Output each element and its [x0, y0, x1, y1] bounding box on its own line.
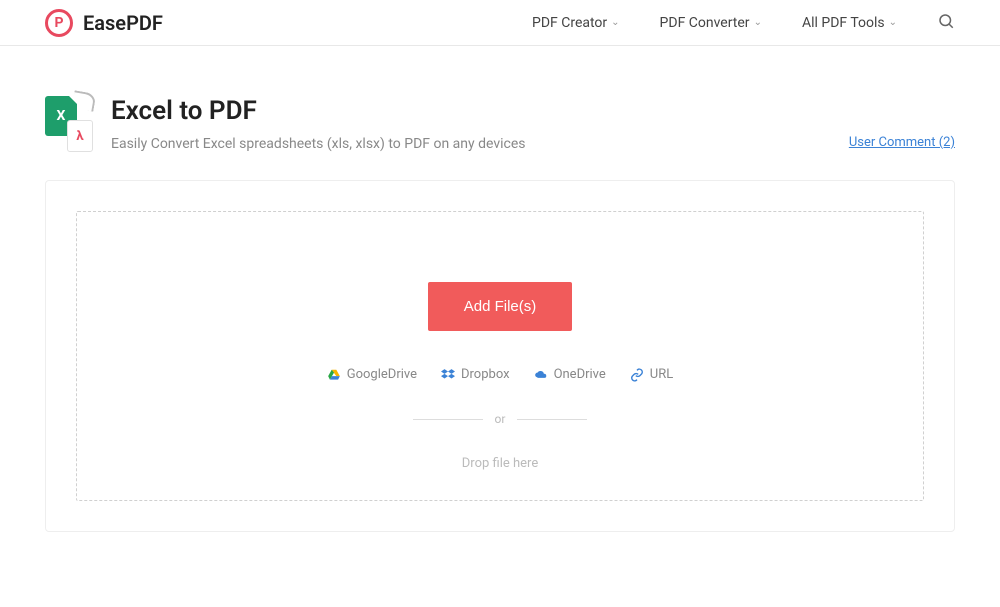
nav-item-label: All PDF Tools: [802, 15, 885, 31]
source-googledrive[interactable]: GoogleDrive: [327, 367, 417, 382]
nav-items: PDF Creator ⌄ PDF Converter ⌄ All PDF To…: [532, 12, 955, 34]
chevron-down-icon: ⌄: [889, 17, 897, 28]
page-header: X λ Excel to PDF Easily Convert Excel sp…: [45, 96, 955, 152]
top-nav: P EasePDF PDF Creator ⌄ PDF Converter ⌄ …: [0, 0, 1000, 46]
logo-icon: P: [45, 9, 73, 37]
source-label: Dropbox: [461, 367, 510, 382]
link-icon: [630, 368, 644, 382]
source-row: GoogleDrive Dropbox OneDrive: [327, 367, 674, 382]
source-label: OneDrive: [554, 367, 606, 382]
dropzone[interactable]: Add File(s) GoogleDrive Dropbox: [76, 211, 924, 501]
nav-pdf-creator[interactable]: PDF Creator ⌄: [532, 15, 620, 31]
page-title: Excel to PDF: [111, 96, 955, 126]
logo-letter: P: [54, 15, 63, 31]
divider-line: [517, 419, 587, 420]
user-comment-link[interactable]: User Comment (2): [849, 135, 955, 150]
source-label: GoogleDrive: [347, 367, 417, 382]
page-subtitle: Easily Convert Excel spreadsheets (xls, …: [111, 136, 955, 152]
divider-line: [413, 419, 483, 420]
chevron-down-icon: ⌄: [611, 17, 619, 28]
source-url[interactable]: URL: [630, 367, 673, 382]
arrow-icon: [72, 90, 97, 112]
chevron-down-icon: ⌄: [754, 17, 762, 28]
conversion-icon: X λ: [45, 96, 93, 152]
nav-item-label: PDF Converter: [660, 15, 750, 31]
add-file-button[interactable]: Add File(s): [428, 282, 573, 331]
title-block: Excel to PDF Easily Convert Excel spread…: [111, 96, 955, 152]
nav-pdf-converter[interactable]: PDF Converter ⌄: [660, 15, 762, 31]
onedrive-icon: [534, 368, 548, 382]
source-label: URL: [650, 367, 673, 382]
drop-hint: Drop file here: [462, 456, 538, 471]
nav-all-pdf-tools[interactable]: All PDF Tools ⌄: [802, 15, 897, 31]
source-onedrive[interactable]: OneDrive: [534, 367, 606, 382]
googledrive-icon: [327, 368, 341, 382]
nav-item-label: PDF Creator: [532, 15, 607, 31]
upload-card: Add File(s) GoogleDrive Dropbox: [45, 180, 955, 532]
pdf-file-icon: λ: [67, 120, 93, 152]
brand[interactable]: P EasePDF: [45, 9, 163, 37]
or-divider: or: [413, 412, 588, 426]
or-label: or: [495, 412, 506, 426]
page-body: X λ Excel to PDF Easily Convert Excel sp…: [0, 46, 1000, 532]
dropbox-icon: [441, 368, 455, 382]
source-dropbox[interactable]: Dropbox: [441, 367, 510, 382]
brand-name: EasePDF: [83, 11, 163, 35]
search-icon[interactable]: [937, 12, 955, 34]
